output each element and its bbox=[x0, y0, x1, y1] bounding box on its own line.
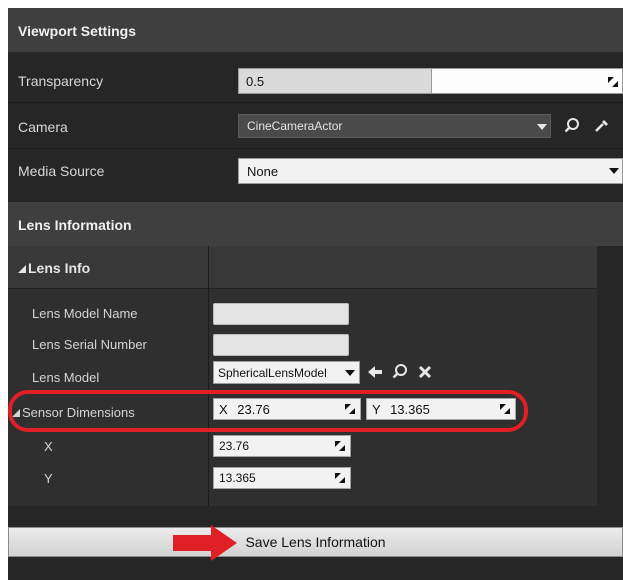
details-panel: Viewport Settings Transparency 0.5 Camer… bbox=[8, 8, 623, 580]
camera-value: CineCameraActor bbox=[247, 119, 343, 133]
arrow-right-icon bbox=[173, 525, 237, 564]
x-label: X bbox=[44, 439, 53, 454]
camera-label: Camera bbox=[18, 119, 68, 135]
lens-info-details: Lens Info Lens Model Name Lens Serial Nu… bbox=[8, 246, 597, 506]
y-label: Y bbox=[44, 471, 53, 486]
resize-spin-icon[interactable] bbox=[335, 473, 345, 483]
transparency-value: 0.5 bbox=[246, 74, 265, 89]
sensor-dimensions-highlight bbox=[8, 390, 528, 432]
lens-info-category-label: Lens Info bbox=[18, 260, 90, 276]
y-value: 13.365 bbox=[219, 471, 256, 485]
transparency-slider-fill bbox=[239, 69, 432, 93]
lens-model-label: Lens Model bbox=[32, 370, 100, 385]
collapse-triangle-icon bbox=[18, 265, 26, 273]
transparency-slider[interactable]: 0.5 bbox=[238, 68, 623, 94]
column-divider bbox=[208, 246, 209, 506]
lens-info-category[interactable]: Lens Info bbox=[8, 246, 597, 289]
media-source-combo[interactable]: None bbox=[238, 158, 623, 184]
clear-icon[interactable] bbox=[416, 363, 434, 381]
resize-spin-icon[interactable] bbox=[608, 77, 618, 87]
save-lens-information-button[interactable]: Save Lens Information bbox=[8, 527, 623, 557]
lens-model-value: SphericalLensModel bbox=[218, 366, 327, 380]
lens-model-combo[interactable]: SphericalLensModel bbox=[213, 361, 360, 384]
lens-model-name-input[interactable] bbox=[213, 303, 349, 325]
lens-serial-number-input[interactable] bbox=[213, 334, 349, 356]
chevron-down-icon bbox=[609, 168, 619, 174]
y-input[interactable]: 13.365 bbox=[213, 467, 351, 489]
eyedropper-icon[interactable] bbox=[593, 117, 611, 135]
transparency-label: Transparency bbox=[18, 73, 104, 89]
lens-serial-number-label: Lens Serial Number bbox=[32, 337, 147, 352]
search-icon[interactable] bbox=[563, 117, 581, 135]
lens-information-header[interactable]: Lens Information bbox=[8, 202, 623, 246]
camera-combo[interactable]: CineCameraActor bbox=[238, 114, 551, 138]
lens-model-name-label: Lens Model Name bbox=[32, 306, 138, 321]
lens-information-title: Lens Information bbox=[18, 217, 132, 233]
arrow-left-icon[interactable] bbox=[366, 363, 384, 381]
x-value: 23.76 bbox=[219, 439, 250, 453]
chevron-down-icon bbox=[537, 124, 547, 130]
lens-info-category-text: Lens Info bbox=[28, 260, 91, 276]
viewport-settings-header[interactable]: Viewport Settings bbox=[8, 8, 623, 52]
media-source-value: None bbox=[247, 164, 279, 179]
x-input[interactable]: 23.76 bbox=[213, 435, 351, 457]
media-source-label: Media Source bbox=[18, 163, 105, 179]
viewport-settings-title: Viewport Settings bbox=[18, 23, 136, 39]
chevron-down-icon bbox=[345, 370, 355, 376]
search-icon[interactable] bbox=[391, 363, 409, 381]
resize-spin-icon[interactable] bbox=[335, 441, 345, 451]
